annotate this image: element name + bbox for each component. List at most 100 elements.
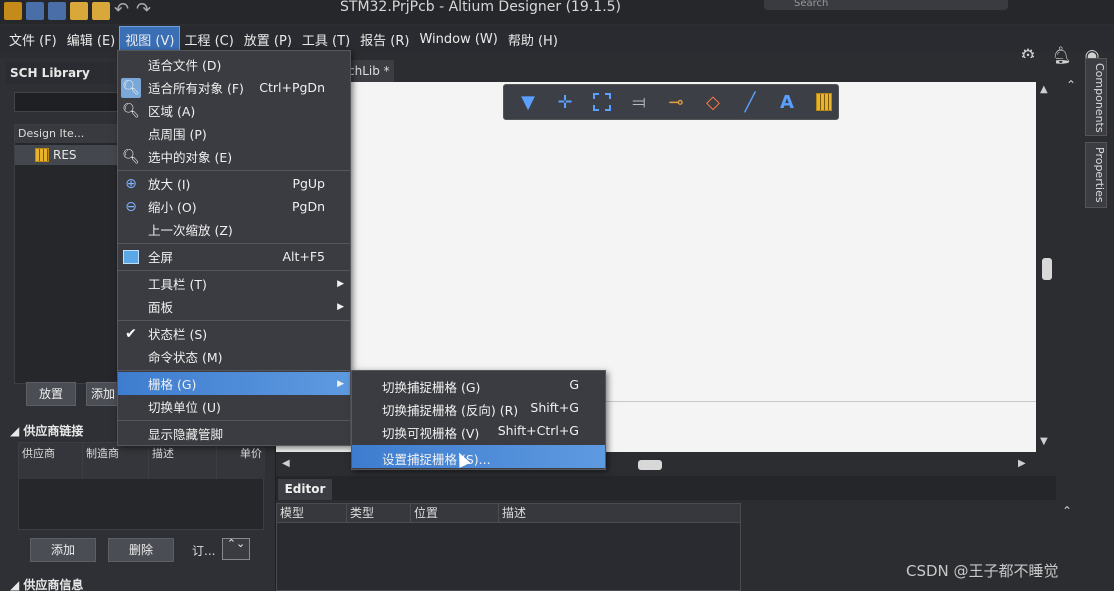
list-item[interactable]: RES bbox=[15, 145, 119, 165]
menu-toggle-units[interactable]: 切换单位 (U) bbox=[118, 395, 350, 418]
save-all-icon[interactable] bbox=[48, 2, 66, 20]
menu-panels[interactable]: 面板 ▶ bbox=[118, 295, 350, 318]
collapse-up-icon[interactable]: ⌃ bbox=[1066, 78, 1076, 92]
add-part-icon[interactable] bbox=[810, 88, 838, 116]
text-icon[interactable]: A bbox=[773, 88, 801, 116]
menu-last-zoom[interactable]: 上一次缩放 (Z) bbox=[118, 218, 350, 241]
title-bar: ↶ ↷ STM32.PrjPcb - Altium Designer (19.1… bbox=[0, 0, 1114, 24]
submenu-arrow-icon: ▶ bbox=[337, 378, 344, 389]
order-label: 订... bbox=[192, 544, 216, 558]
menu-toolbars[interactable]: 工具栏 (T) ▶ bbox=[118, 272, 350, 295]
menu-project[interactable]: 工程 (C) bbox=[179, 27, 238, 52]
expand-up-icon[interactable]: ⌃ bbox=[1062, 504, 1072, 518]
tab-properties[interactable]: Properties bbox=[1085, 142, 1107, 208]
menu-zoom-in[interactable]: ⊕ 放大 (I) PgUp bbox=[118, 172, 350, 195]
fit-all-icon: 🔍︎ bbox=[121, 77, 141, 98]
menu-status-bar[interactable]: ✔ 状态栏 (S) bbox=[118, 322, 350, 345]
supplier-links-section[interactable]: ◢ 供应商链接 bbox=[10, 422, 83, 439]
open-project-icon[interactable] bbox=[92, 2, 110, 20]
move-icon[interactable]: ✛ bbox=[551, 88, 579, 116]
menu-grids[interactable]: 栅格 (G) ▶ bbox=[118, 372, 350, 395]
scroll-up-icon[interactable]: ▲ bbox=[1040, 84, 1048, 95]
menu-set-snap-grid[interactable]: 设置捕捉栅格 (S)... bbox=[352, 445, 605, 468]
place-pin-icon[interactable]: ⊸ bbox=[662, 88, 690, 116]
watermark: CSDN @王子都不睡觉 bbox=[906, 562, 1059, 580]
menu-reports[interactable]: 报告 (R) bbox=[355, 27, 414, 52]
search-input[interactable]: Search bbox=[764, 0, 1008, 10]
menu-area[interactable]: 🔍︎ 区域 (A) bbox=[118, 99, 350, 122]
ieee-symbol-icon[interactable]: ◇ bbox=[699, 88, 727, 116]
menu-full-screen[interactable]: 全屏 Alt+F5 bbox=[118, 245, 350, 268]
menu-window[interactable]: Window (W) bbox=[414, 29, 502, 50]
redo-icon[interactable]: ↷ bbox=[136, 1, 154, 20]
col-description[interactable]: 描述 bbox=[149, 443, 217, 479]
menu-toggle-snap-grid[interactable]: 切换捕捉栅格 (G) G bbox=[352, 373, 605, 396]
editor-table-body bbox=[276, 523, 741, 591]
save-icon[interactable] bbox=[26, 2, 44, 20]
submenu-arrow-icon: ▶ bbox=[337, 278, 344, 289]
scroll-thumb[interactable] bbox=[638, 460, 662, 470]
col-description[interactable]: 描述 bbox=[499, 504, 740, 522]
vertical-scrollbar[interactable]: ▲ ▼ bbox=[1036, 82, 1056, 452]
scroll-thumb[interactable] bbox=[1042, 258, 1052, 280]
panel-title: SCH Library bbox=[6, 62, 114, 84]
col-type[interactable]: 类型 bbox=[347, 504, 411, 522]
menu-fit-document[interactable]: 适合文件 (D) bbox=[118, 53, 350, 76]
menu-file[interactable]: 文件 (F) bbox=[4, 27, 62, 52]
zoom-out-icon: ⊖ bbox=[125, 198, 137, 215]
zoom-selected-icon: 🔍︎ bbox=[122, 148, 140, 165]
window-title: STM32.PrjPcb - Altium Designer (19.1.5) bbox=[340, 0, 622, 15]
filter-icon[interactable]: ▼ bbox=[514, 88, 542, 116]
supplier-info-label: 供应商信息 bbox=[23, 578, 84, 591]
menu-tools[interactable]: 工具 (T) bbox=[297, 27, 355, 52]
menu-zoom-out[interactable]: ⊖ 缩小 (O) PgDn bbox=[118, 195, 350, 218]
menu-place[interactable]: 放置 (P) bbox=[239, 27, 297, 52]
list-header[interactable]: Design Ite... bbox=[15, 125, 119, 143]
add-supplier-button[interactable]: 添加 bbox=[30, 538, 96, 562]
menu-show-hidden-pins[interactable]: 显示隐藏管脚 bbox=[118, 422, 350, 445]
menu-toggle-visible-grid[interactable]: 切换可视栅格 (V) Shift+Ctrl+G bbox=[352, 419, 605, 442]
menu-separator bbox=[118, 270, 350, 271]
menu-help[interactable]: 帮助 (H) bbox=[503, 27, 563, 52]
menu-bar: 文件 (F) 编辑 (E) 视图 (V) 工程 (C) 放置 (P) 工具 (T… bbox=[0, 25, 1114, 66]
tab-components[interactable]: Components bbox=[1085, 58, 1107, 136]
menu-around-point[interactable]: 点周围 (P) bbox=[118, 122, 350, 145]
open-folder-icon[interactable] bbox=[70, 2, 88, 20]
submenu-arrow-icon: ▶ bbox=[337, 301, 344, 312]
add-component-button[interactable]: 添加 bbox=[86, 382, 120, 406]
col-model[interactable]: 模型 bbox=[277, 504, 347, 522]
menu-fit-all-objects[interactable]: 🔍︎ 适合所有对象 (F) Ctrl+PgDn bbox=[118, 76, 350, 99]
delete-supplier-button[interactable]: 删除 bbox=[108, 538, 174, 562]
undo-icon[interactable]: ↶ bbox=[114, 1, 132, 20]
menu-toggle-snap-grid-reverse[interactable]: 切换捕捉栅格 (反向) (R) Shift+G bbox=[352, 396, 605, 419]
col-location[interactable]: 位置 bbox=[411, 504, 499, 522]
supplier-info-section[interactable]: ◢ 供应商信息 bbox=[10, 576, 83, 591]
menu-command-status[interactable]: 命令状态 (M) bbox=[118, 345, 350, 368]
menu-separator bbox=[118, 370, 350, 371]
scroll-left-icon[interactable]: ◀ bbox=[282, 458, 290, 469]
app-logo-icon bbox=[4, 2, 22, 20]
quick-access-toolbar: ↶ ↷ bbox=[4, 1, 154, 20]
component-icon bbox=[35, 148, 49, 162]
menu-separator bbox=[118, 243, 350, 244]
scroll-right-icon[interactable]: ▶ bbox=[1018, 458, 1026, 469]
tab-editor[interactable]: Editor bbox=[278, 479, 332, 500]
menu-selected-objects[interactable]: 🔍︎ 选中的对象 (E) bbox=[118, 145, 350, 168]
library-search-input[interactable] bbox=[14, 92, 118, 112]
grid-submenu: 切换捕捉栅格 (G) G 切换捕捉栅格 (反向) (R) Shift+G 切换可… bbox=[351, 370, 606, 470]
col-supplier[interactable]: 供应商 bbox=[19, 443, 83, 479]
line-icon[interactable]: ╱ bbox=[736, 88, 764, 116]
menu-separator bbox=[118, 170, 350, 171]
place-button[interactable]: 放置 bbox=[26, 382, 76, 406]
align-icon[interactable]: ⫤ bbox=[625, 88, 653, 116]
zoom-area-icon: 🔍︎ bbox=[122, 102, 140, 119]
col-unit-price[interactable]: 单价 bbox=[217, 443, 265, 479]
active-bar-toolbar: ▼ ✛ ⫤ ⊸ ◇ ╱ A bbox=[503, 84, 839, 120]
menu-edit[interactable]: 编辑 (E) bbox=[62, 27, 121, 52]
list-item-label: RES bbox=[53, 148, 77, 162]
select-rect-icon[interactable] bbox=[588, 88, 616, 116]
quantity-stepper[interactable]: ⌃⌄ bbox=[222, 538, 250, 560]
scroll-down-icon[interactable]: ▼ bbox=[1040, 436, 1048, 447]
col-manufacturer[interactable]: 制造商 bbox=[83, 443, 149, 479]
menu-view[interactable]: 视图 (V) bbox=[119, 25, 181, 53]
